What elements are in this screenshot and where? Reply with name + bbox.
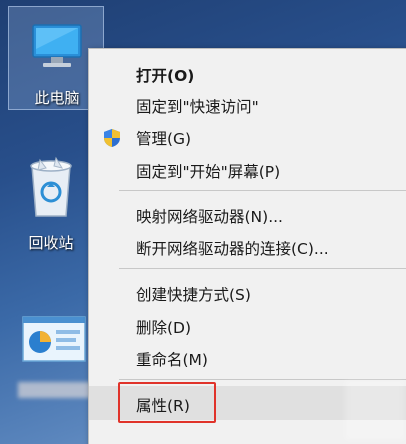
menu-item-create-shortcut-label: 创建快捷方式(S) (136, 286, 251, 304)
control-panel-icon (22, 316, 86, 362)
watermark (345, 380, 405, 440)
obscured-label (18, 382, 98, 398)
menu-item-delete-label: 删除(D) (136, 319, 192, 337)
menu-item-pin-quick-access[interactable]: 固定到"快速访问" (89, 89, 406, 119)
menu-item-map-network-drive-label: 映射网络驱动器(N)... (136, 208, 283, 226)
menu-item-rename-label: 重命名(M) (136, 351, 208, 369)
menu-item-manage[interactable]: 管理(G) (89, 121, 406, 151)
menu-item-pin-start-label: 固定到"开始"屏幕(P) (136, 163, 281, 181)
menu-separator (119, 268, 406, 269)
menu-item-map-network-drive[interactable]: 映射网络驱动器(N)... (89, 199, 406, 229)
recycle-bin-label: 回收站 (28, 234, 74, 252)
menu-item-delete[interactable]: 删除(D) (89, 310, 406, 340)
menu-item-manage-label: 管理(G) (136, 130, 192, 148)
menu-item-open-label: 打开(O) (136, 67, 195, 85)
menu-item-create-shortcut[interactable]: 创建快捷方式(S) (89, 277, 406, 307)
properties-highlight-box (118, 382, 216, 423)
menu-separator (119, 190, 406, 191)
menu-item-rename[interactable]: 重命名(M) (89, 342, 406, 372)
desktop-icon-recycle-bin[interactable]: 回收站 (6, 150, 96, 260)
menu-item-pin-quick-access-label: 固定到"快速访问" (136, 98, 259, 116)
recycle-bin-icon (30, 156, 72, 217)
menu-item-disconnect-network-drive-label: 断开网络驱动器的连接(C)... (136, 240, 329, 258)
menu-item-pin-start[interactable]: 固定到"开始"屏幕(P) (89, 154, 406, 184)
menu-item-disconnect-network-drive[interactable]: 断开网络驱动器的连接(C)... (89, 231, 406, 261)
menu-item-open[interactable]: 打开(O) (89, 58, 406, 88)
computer-icon (32, 24, 82, 67)
uac-shield-icon (104, 129, 120, 147)
